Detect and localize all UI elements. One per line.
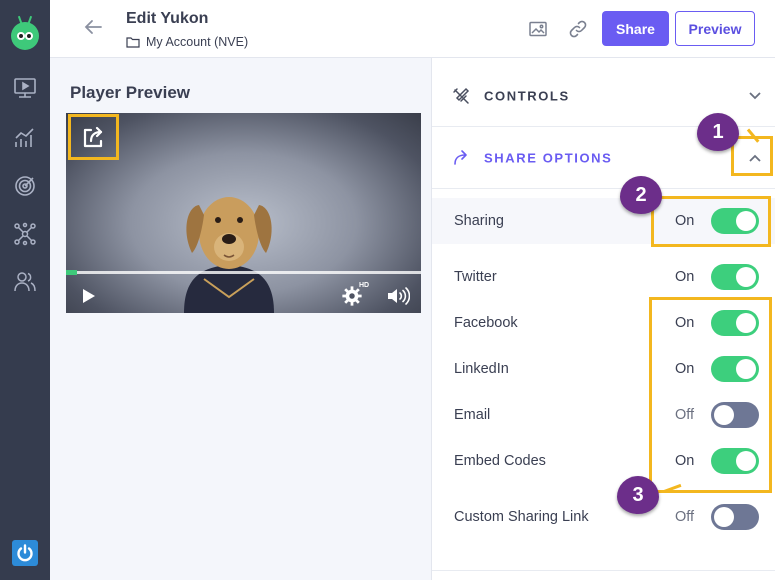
row-label: Embed Codes <box>454 453 546 469</box>
breadcrumb[interactable]: My Account (NVE) <box>126 35 248 49</box>
analytics-icon[interactable] <box>13 126 37 150</box>
tools-icon <box>453 87 470 104</box>
preview-button[interactable]: Preview <box>675 11 755 46</box>
share-options-label: SHARE OPTIONS <box>484 150 613 166</box>
network-icon[interactable] <box>13 222 37 246</box>
app-logo[interactable] <box>11 15 39 50</box>
player-share-button[interactable] <box>68 114 119 160</box>
highlight-networks-group <box>649 297 772 493</box>
highlight-sharing-toggle <box>651 196 771 247</box>
progress-track[interactable] <box>66 271 421 274</box>
sidebar <box>0 0 50 580</box>
highlight-chevron <box>731 136 773 176</box>
play-icon[interactable] <box>82 288 96 304</box>
back-arrow-icon[interactable] <box>82 16 104 38</box>
custom-sharing-link-row: Custom Sharing Link Off <box>432 494 775 540</box>
row-label: Email <box>454 407 491 423</box>
video-frame-dog <box>184 197 274 313</box>
image-icon[interactable] <box>528 19 548 39</box>
video-player[interactable]: HD <box>66 113 421 313</box>
annotation-badge-3: 3 <box>617 476 659 514</box>
chevron-down-icon[interactable] <box>748 91 762 101</box>
row-label: Facebook <box>454 315 518 331</box>
custom-sharing-link-toggle[interactable] <box>711 504 759 530</box>
progress-fill <box>66 270 77 275</box>
header: Edit Yukon My Account (NVE) Share Previe… <box>50 0 775 58</box>
link-icon[interactable] <box>568 19 588 39</box>
annotation-pointer <box>660 196 686 199</box>
media-icon[interactable] <box>13 76 37 100</box>
folder-icon <box>126 37 140 48</box>
twitter-toggle[interactable] <box>711 264 759 290</box>
power-icon[interactable] <box>12 540 38 566</box>
target-icon[interactable] <box>13 174 37 198</box>
twitter-row: Twitter On <box>432 254 775 300</box>
page-title: Edit Yukon <box>126 10 209 27</box>
share-arrow-icon <box>454 150 467 165</box>
row-label: Custom Sharing Link <box>454 509 589 525</box>
volume-icon[interactable] <box>386 286 410 306</box>
row-label: Twitter <box>454 269 497 285</box>
player-preview-title: Player Preview <box>70 83 191 102</box>
share-icon <box>83 126 102 148</box>
breadcrumb-label: My Account (NVE) <box>146 35 249 49</box>
controls-label: CONTROLS <box>484 88 570 104</box>
annotation-badge-1: 1 <box>697 113 739 151</box>
annotation-badge-2: 2 <box>620 176 662 214</box>
users-icon[interactable] <box>13 270 37 294</box>
share-button[interactable]: Share <box>602 11 669 46</box>
row-label: Sharing <box>454 213 504 229</box>
row-state: On <box>675 269 695 285</box>
row-label: LinkedIn <box>454 361 509 377</box>
hd-badge: HD <box>359 282 370 289</box>
row-state: Off <box>675 509 695 525</box>
panel-divider <box>432 570 775 571</box>
